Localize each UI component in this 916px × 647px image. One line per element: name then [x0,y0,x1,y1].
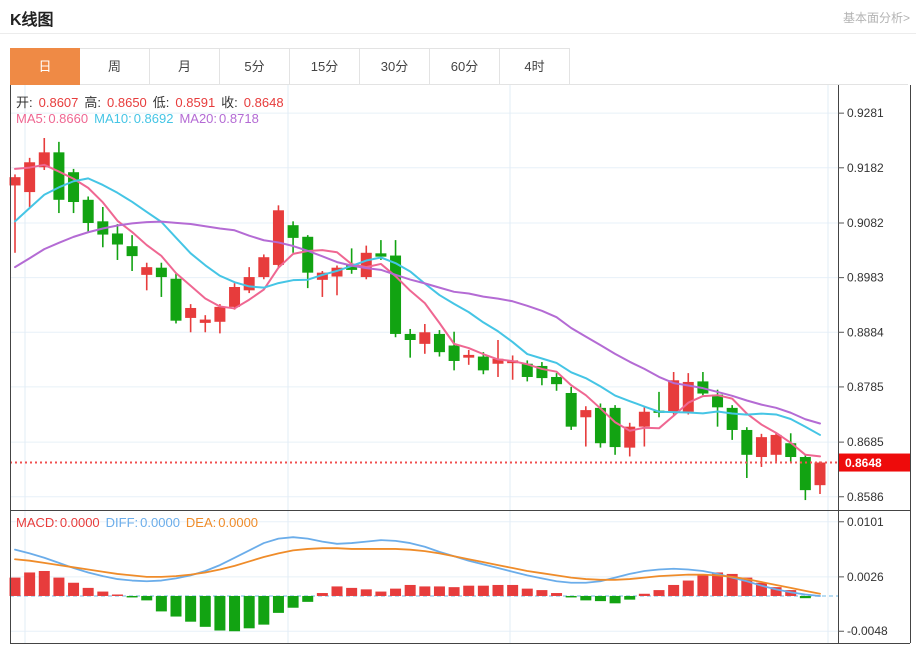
ma-row-label-0: MA5: [16,111,47,126]
macd-row-value-1: 0.0000 [140,515,180,530]
ohlc-row-label-0: 开: [16,95,33,110]
svg-text:0.8648: 0.8648 [845,456,882,470]
svg-text:0.8983: 0.8983 [847,271,884,285]
ohlc-row-value-2: 0.8591 [175,95,216,110]
macd-row-value-0: 0.0000 [59,515,100,530]
macd-row-value-2: 0.0000 [218,515,259,530]
kline-widget: K线图 基本面分析> 日周月 5分 15分 30分 60分 4时 0.9281 0.9182… [0,0,916,647]
macd-readout: MACD: 0.0000 DIFF: 0.0000 DEA: 0.0000 [16,515,264,530]
tab-period-0[interactable]: 日 [10,48,80,85]
tab-period-6[interactable]: 60分 [430,48,500,85]
ohlc-row-value-1: 0.8650 [107,95,147,110]
macd-row-label-2: DEA: [185,515,217,530]
tab-period-1[interactable]: 周 [80,48,150,85]
svg-text:0.9082: 0.9082 [847,216,884,230]
svg-text:0.8586: 0.8586 [847,490,884,504]
ohlc-row-label-1: 高: [84,95,102,110]
ma-row-label-1: MA10: [94,111,132,126]
macd-row-label-0: MACD: [16,515,58,530]
tab-period-2[interactable]: 月 [150,48,220,85]
period-tabs: 日周月 5分 15分 30分 60分 4时 [10,48,570,85]
ohlc-row-label-3: 收: [221,95,238,110]
ma-readout: MA5: 0.8660 MA10: 0.8692 MA20: 0.8718 [16,111,265,126]
svg-text:0.0026: 0.0026 [847,570,884,584]
ma-row-value-2: 0.8718 [219,111,259,126]
svg-text:0.0101: 0.0101 [847,515,884,529]
ohlc-row-value-3: 0.8648 [243,95,284,110]
svg-text:0.9182: 0.9182 [847,161,884,175]
ohlc-row-value-0: 0.8607 [38,95,79,110]
ohlc-readout: 开: 0.8607 高: 0.8650 低: 0.8591 收: 0.8648 [16,92,290,111]
tab-period-7[interactable]: 4时 [500,48,570,85]
ma-row-label-2: MA20: [179,111,218,126]
tab-period-5[interactable]: 30分 [360,48,430,85]
macd-row-label-1: DIFF: [105,515,139,530]
svg-text:0.8685: 0.8685 [847,435,884,449]
ma-row-value-1: 0.8692 [133,111,174,126]
tab-period-3[interactable]: 5分 [220,48,290,85]
svg-text:0.9281: 0.9281 [847,106,884,120]
svg-text:-0.0048: -0.0048 [847,624,888,638]
svg-text:0.8884: 0.8884 [847,325,884,339]
ma-row-value-0: 0.8660 [48,111,89,126]
svg-text:0.8785: 0.8785 [847,380,884,394]
ohlc-row-label-2: 低: [152,95,170,110]
tab-period-4[interactable]: 15分 [290,48,360,85]
